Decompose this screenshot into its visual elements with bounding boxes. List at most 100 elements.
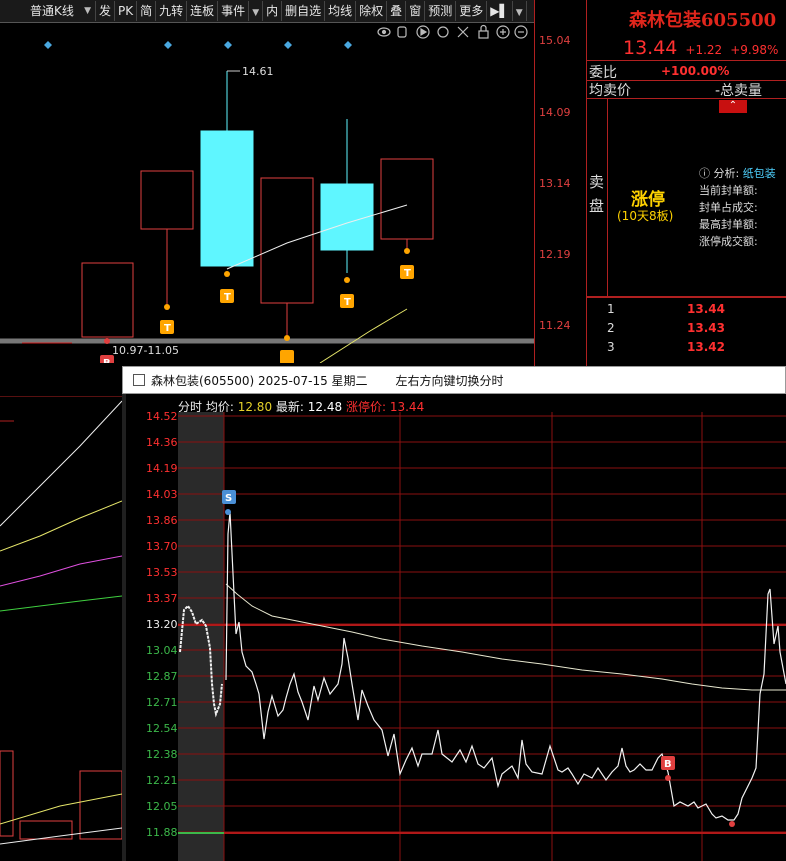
toolbar-btn-exright[interactable]: 除权 bbox=[356, 1, 388, 21]
ma-line-green bbox=[0, 595, 122, 612]
event-diamond[interactable] bbox=[44, 41, 52, 49]
refresh-icon[interactable] bbox=[437, 26, 449, 38]
svg-text:T: T bbox=[404, 268, 411, 279]
sell-side-label: 卖 盘 bbox=[589, 170, 605, 218]
lock-icon[interactable] bbox=[478, 24, 489, 39]
hand-icon[interactable] bbox=[397, 26, 407, 38]
axis-tick: 14.52 bbox=[146, 410, 178, 423]
range-label: 10.97-11.05 bbox=[112, 344, 179, 357]
event-diamond[interactable] bbox=[224, 41, 232, 49]
stock-title: 森林包装605500 bbox=[629, 6, 776, 32]
seal-info: ⓘ 分析: 纸包装 当前封单额: 封单占成交: 最高封单额: 涨停成交额: bbox=[699, 165, 776, 250]
kline-chart[interactable]: 14.61 10.97-11.05 T T T T B bbox=[0, 23, 534, 363]
toolbar-btn-remove-watch[interactable]: 删自选 bbox=[282, 1, 326, 21]
zoom-out-icon[interactable] bbox=[514, 25, 528, 39]
toolbar-btn-nei[interactable]: 内 bbox=[263, 1, 283, 21]
chart-type-select[interactable]: 普通K线 ▼ bbox=[0, 1, 96, 21]
price-change: +1.22 bbox=[685, 43, 723, 57]
sell-point-dot bbox=[225, 509, 231, 515]
total-sell-label: -总卖量 bbox=[715, 83, 763, 99]
toolbar-flag-icon[interactable]: ▶▌ bbox=[487, 1, 513, 21]
axis-tick: 12.54 bbox=[146, 722, 178, 735]
axis-tick: 12.87 bbox=[146, 670, 178, 683]
toolbar-events-dropdown[interactable]: ▼ bbox=[249, 1, 264, 21]
pre-market-zone bbox=[178, 412, 224, 861]
toolbar-btn-overlay[interactable]: 叠 bbox=[387, 1, 407, 21]
toolbar-btn-ma[interactable]: 均线 bbox=[325, 1, 357, 21]
toolbar-menu-dropdown[interactable]: ▼ bbox=[513, 1, 527, 21]
axis-tick: 13.37 bbox=[146, 592, 178, 605]
zoom-in-icon[interactable] bbox=[496, 25, 510, 39]
stock-name: 森林包装 bbox=[629, 10, 701, 31]
axis-tick: 12.38 bbox=[146, 748, 178, 761]
bid-level: 1 bbox=[607, 302, 615, 316]
axis-tick: 13.20 bbox=[146, 618, 178, 631]
t-marker[interactable] bbox=[280, 350, 294, 363]
buy-marker-label: B bbox=[103, 358, 111, 363]
axis-tick: 12.05 bbox=[146, 800, 178, 813]
toolbar-btn-forecast[interactable]: 预测 bbox=[425, 1, 457, 21]
popup-hint: 左右方向键切换分时 bbox=[395, 373, 504, 388]
intraday-chart[interactable]: 14.52 14.36 14.19 14.03 13.86 13.70 13.53 13.37… bbox=[122, 394, 786, 861]
scissors-icon[interactable] bbox=[457, 26, 469, 38]
axis-tick: 14.36 bbox=[146, 436, 178, 449]
candle[interactable] bbox=[320, 183, 374, 251]
weibi-value: +100.00% bbox=[661, 64, 730, 78]
bid-price: 13.42 bbox=[687, 340, 725, 354]
info-row: 当前封单额: bbox=[699, 184, 758, 197]
axis-tick: 13.53 bbox=[146, 566, 178, 579]
chevron-down-icon: ▼ bbox=[84, 6, 91, 16]
toolbar-btn-lianban[interactable]: 连板 bbox=[187, 1, 219, 21]
buy-marker-label: B bbox=[664, 759, 672, 770]
axis-tick: 14.19 bbox=[146, 462, 178, 475]
chart-toolbar: 普通K线 ▼ 发 PK 简 九转 连板 事件 ▼ 内 删自选 均线 除权 叠 窗… bbox=[0, 0, 534, 23]
toolbar-btn-more[interactable]: 更多 bbox=[456, 1, 488, 21]
chevron-down-icon: ▼ bbox=[515, 8, 523, 18]
chevron-down-icon: ▼ bbox=[252, 8, 260, 18]
limit-up-streak: (10天8板) bbox=[617, 209, 674, 223]
candles bbox=[81, 71, 434, 338]
toolbar-btn-events[interactable]: 事件 bbox=[218, 1, 250, 21]
event-diamond[interactable] bbox=[164, 41, 172, 49]
expand-up-button[interactable]: ⌃ bbox=[719, 100, 747, 113]
chart-tool-icons bbox=[377, 24, 528, 39]
axis-tick: 15.04 bbox=[539, 34, 571, 47]
candle[interactable] bbox=[81, 262, 134, 338]
weibi-label: 委比 bbox=[589, 65, 617, 81]
toolbar-btn-fa[interactable]: 发 bbox=[96, 1, 116, 21]
toolbar-btn-simple[interactable]: 简 bbox=[137, 1, 157, 21]
intraday-popup: 森林包装(605500) 2025-07-15 星期二 左右方向键切换分时 分时… bbox=[122, 366, 786, 861]
quote-line: 13.44 +1.22 +9.98% bbox=[623, 37, 778, 59]
divider bbox=[587, 98, 786, 99]
window-icon bbox=[133, 374, 145, 386]
axis-tick: 12.71 bbox=[146, 696, 178, 709]
analysis-link[interactable]: 纸包装 bbox=[743, 167, 776, 180]
toolbar-btn-pk[interactable]: PK bbox=[115, 1, 138, 21]
event-diamond[interactable] bbox=[344, 41, 352, 49]
candle[interactable] bbox=[380, 158, 434, 240]
chart-type-label: 普通K线 bbox=[30, 4, 74, 18]
candle[interactable] bbox=[140, 170, 194, 230]
bid-level: 3 bbox=[607, 340, 615, 354]
help-icon[interactable]: ⓘ bbox=[699, 167, 710, 180]
bid-price: 13.43 bbox=[687, 321, 725, 335]
candle[interactable] bbox=[200, 130, 254, 267]
candle[interactable] bbox=[260, 177, 314, 304]
axis-tick: 12.21 bbox=[146, 774, 178, 787]
axis-tick: 14.03 bbox=[146, 488, 178, 501]
toolbar-btn-nine[interactable]: 九转 bbox=[156, 1, 188, 21]
eye-icon[interactable] bbox=[377, 27, 391, 37]
ma-line-yellow bbox=[319, 308, 408, 363]
sell-marker-label: S bbox=[225, 493, 232, 504]
low-point-dot bbox=[729, 821, 735, 827]
play-icon[interactable] bbox=[416, 25, 430, 39]
ma-line-white bbox=[0, 400, 122, 527]
info-row: 封单占成交: bbox=[699, 201, 758, 214]
popup-titlebar[interactable]: 森林包装(605500) 2025-07-15 星期二 左右方向键切换分时 bbox=[122, 366, 786, 394]
toolbar-btn-window[interactable]: 窗 bbox=[406, 1, 426, 21]
kline-price-axis: 15.04 14.09 13.14 12.19 11.24 bbox=[534, 0, 587, 395]
sell-label-char: 盘 bbox=[589, 197, 605, 215]
axis-tick: 13.86 bbox=[146, 514, 178, 527]
high-price-label: 14.61 bbox=[242, 65, 274, 78]
event-diamond[interactable] bbox=[284, 41, 292, 49]
